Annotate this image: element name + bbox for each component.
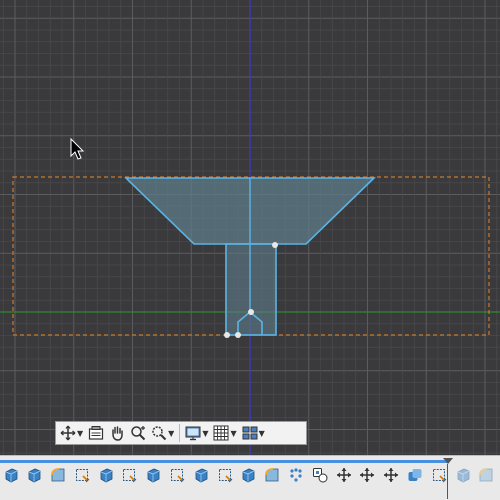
timeline-marker[interactable] [443, 458, 453, 464]
zoom-button[interactable] [130, 423, 146, 443]
fillet-icon [51, 468, 65, 482]
timeline-feature-move[interactable] [357, 466, 378, 484]
timeline-feature-extrude[interactable] [95, 466, 116, 484]
timeline-feature-extrude[interactable] [24, 466, 45, 484]
navigation-bar: ▼ ▼ ▼ ▼ ▼ [55, 421, 307, 445]
stem-profile[interactable] [225, 243, 277, 336]
chevron-down-icon[interactable]: ▼ [168, 429, 174, 438]
timeline-feature-move[interactable] [381, 466, 402, 484]
extrude-icon [28, 468, 41, 483]
timeline-feature-component[interactable] [309, 466, 330, 484]
toolbar-separator [179, 424, 181, 442]
viewports-icon [242, 426, 258, 440]
timeline-feature-fillet[interactable] [262, 466, 283, 484]
display-settings-button[interactable]: ▼ [185, 423, 208, 443]
move-icon [360, 468, 375, 482]
sketch-point[interactable] [272, 242, 278, 248]
mouse-cursor-icon [70, 137, 85, 160]
pan-button[interactable] [109, 423, 125, 443]
orbit-icon [60, 425, 76, 441]
extrude-icon [5, 468, 17, 483]
look-at-icon [89, 426, 104, 440]
fillet-icon [265, 468, 279, 482]
pattern-icon [290, 468, 302, 482]
timeline-feature-fillet[interactable] [476, 466, 497, 484]
extrude-icon [100, 468, 113, 483]
hand-icon [112, 426, 123, 441]
chevron-down-icon[interactable]: ▼ [259, 429, 265, 438]
combine-icon [408, 469, 422, 481]
grid-snaps-button[interactable]: ▼ [213, 423, 237, 443]
sketch-point[interactable] [235, 332, 241, 338]
timeline-feature-extrude[interactable] [190, 466, 211, 484]
chevron-down-icon[interactable]: ▼ [230, 429, 236, 438]
timeline-feature-sketch[interactable] [428, 466, 449, 484]
zoom-icon [131, 426, 146, 441]
timeline-feature-strip [0, 465, 500, 485]
look-at-button[interactable] [88, 423, 104, 443]
extrude-icon [195, 468, 208, 483]
monitor-icon [185, 426, 201, 441]
timeline-feature-extrude[interactable] [0, 466, 21, 484]
extrude-icon [147, 468, 160, 483]
sketch-icon [75, 469, 90, 483]
move-icon [336, 468, 351, 482]
timeline-feature-combine[interactable] [405, 466, 426, 484]
viewports-button[interactable]: ▼ [242, 423, 265, 443]
timeline-feature-extrude[interactable] [452, 466, 473, 484]
sketch-point[interactable] [248, 309, 254, 315]
sketch-icon [432, 469, 447, 483]
sketch-point[interactable] [224, 332, 230, 338]
extrude-icon [243, 468, 255, 483]
timeline-feature-fillet[interactable] [48, 466, 69, 484]
fit-button[interactable]: ▼ [151, 423, 174, 443]
grid-icon [213, 425, 229, 441]
zoom-window-icon [152, 426, 167, 441]
timeline-feature-extrude[interactable] [238, 466, 259, 484]
chevron-down-icon[interactable]: ▼ [202, 429, 208, 438]
timeline-feature-move[interactable] [333, 466, 354, 484]
timeline-panel [0, 455, 500, 500]
orbit-button[interactable]: ▼ [60, 423, 83, 443]
timeline-feature-sketch[interactable] [71, 466, 92, 484]
component-icon [312, 468, 328, 483]
timeline-feature-sketch[interactable] [167, 466, 188, 484]
chevron-down-icon[interactable]: ▼ [77, 429, 83, 438]
fillet-icon [479, 468, 493, 482]
sketch-icon [218, 469, 233, 483]
timeline-track[interactable] [0, 460, 447, 463]
timeline-feature-pattern[interactable] [286, 466, 307, 484]
sketch-icon [123, 469, 137, 483]
extrude-icon [457, 468, 470, 483]
move-icon [384, 468, 399, 482]
timeline-feature-sketch[interactable] [119, 466, 140, 484]
timeline-feature-sketch[interactable] [214, 466, 235, 484]
timeline-feature-extrude[interactable] [143, 466, 164, 484]
graphics-viewport[interactable] [0, 0, 500, 455]
sketch-icon [171, 469, 185, 483]
